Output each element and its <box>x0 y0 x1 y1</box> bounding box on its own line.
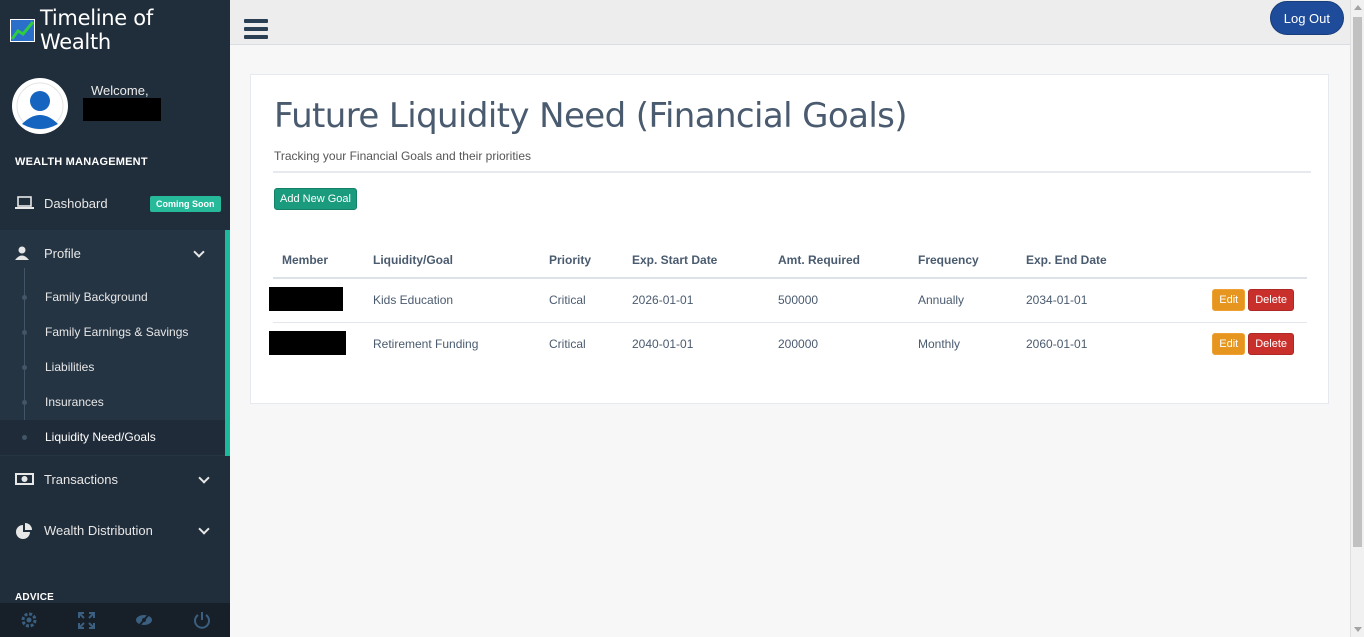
logout-button[interactable]: Log Out <box>1269 1 1344 35</box>
table-row: Kids Education Critical 2026-01-01 50000… <box>269 278 1307 323</box>
add-new-goal-button[interactable]: Add New Goal <box>274 188 357 210</box>
top-navbar: Log Out <box>230 0 1350 45</box>
priority-cell: Critical <box>549 337 586 352</box>
chart-logo-icon <box>10 18 35 42</box>
start-date-cell: 2040-01-01 <box>632 337 694 352</box>
delete-button[interactable]: Delete <box>1248 333 1294 356</box>
column-header: Frequency <box>918 243 1026 279</box>
end-date-cell: 2060-01-01 <box>1026 337 1088 352</box>
edit-button[interactable]: Edit <box>1212 333 1246 356</box>
start-date-cell: 2026-01-01 <box>632 278 778 323</box>
goal-cell: Retirement Funding <box>373 337 479 352</box>
bullet-icon <box>22 435 27 440</box>
power-button[interactable] <box>173 603 231 637</box>
table-header-row: Member Liquidity/Goal Priority Exp. Star… <box>273 243 1307 279</box>
sidebar-subitem-liquidity-goals[interactable]: Liquidity Need/Goals <box>0 420 225 455</box>
chevron-down-icon <box>193 246 205 258</box>
gear-icon <box>20 611 38 632</box>
bullet-icon <box>22 330 27 335</box>
goal-cell: Kids Education <box>373 278 549 323</box>
pie-chart-icon <box>15 523 34 539</box>
power-icon <box>193 611 211 632</box>
sidebar-item-wealth-distribution[interactable]: Wealth Distribution <box>0 513 230 547</box>
frequency-cell: Annually <box>918 278 1026 323</box>
column-header: Liquidity/Goal <box>373 243 549 279</box>
actions-cell: Edit Delete <box>1186 322 1307 366</box>
divider <box>273 171 1311 173</box>
column-header: Exp. Start Date <box>632 243 778 279</box>
money-icon <box>15 472 34 486</box>
amount-cell: 500000 <box>778 278 918 323</box>
brand[interactable]: Timeline of Wealth <box>0 0 230 60</box>
edit-button[interactable]: Edit <box>1212 289 1246 312</box>
menu-toggle-icon[interactable] <box>244 19 268 39</box>
actions-cell: Edit Delete <box>1186 278 1307 323</box>
sidebar-item-label: Profile <box>44 245 81 261</box>
scroll-up-icon[interactable] <box>1354 5 1362 10</box>
amount-cell: 200000 <box>778 337 819 352</box>
page-subtitle: Tracking your Financial Goals and their … <box>274 149 531 163</box>
member-cell <box>269 322 373 366</box>
frequency-cell: Monthly <box>918 337 961 352</box>
avatar[interactable] <box>12 78 68 134</box>
redacted-username <box>83 98 161 121</box>
chevron-down-icon <box>198 472 210 484</box>
priority-cell: Critical <box>549 278 632 323</box>
delete-button[interactable]: Delete <box>1248 289 1294 312</box>
column-header <box>1186 243 1307 279</box>
sidebar: Timeline of Wealth Welcome, WEALTH MANAG… <box>0 0 230 637</box>
bullet-icon <box>22 295 27 300</box>
vertical-scrollbar[interactable] <box>1350 0 1364 637</box>
brand-title: Timeline of Wealth <box>40 6 153 54</box>
section-label-wealth: WEALTH MANAGEMENT <box>15 156 148 168</box>
goals-panel: Future Liquidity Need (Financial Goals) … <box>250 74 1329 404</box>
coming-soon-badge: Coming Soon <box>150 196 221 212</box>
welcome-text: Welcome, <box>91 83 149 98</box>
column-header: Member <box>273 243 373 279</box>
sidebar-item-transactions[interactable]: Transactions <box>0 462 230 496</box>
fullscreen-button[interactable] <box>58 603 116 637</box>
scroll-down-icon[interactable] <box>1354 627 1362 632</box>
column-header: Amt. Required <box>778 243 918 279</box>
subitem-label: Family Background <box>45 290 148 304</box>
column-header: Exp. End Date <box>1026 243 1186 279</box>
subitem-label: Family Earnings & Savings <box>45 325 189 339</box>
scrollbar-thumb[interactable] <box>1353 17 1362 547</box>
sidebar-item-label: Dashobard <box>44 195 108 211</box>
bullet-icon <box>22 365 27 370</box>
section-label-advice: ADVICE <box>15 592 54 600</box>
settings-button[interactable] <box>0 603 58 637</box>
sidebar-subitem-liabilities[interactable]: Liabilities <box>0 350 225 385</box>
end-date-cell: 2034-01-01 <box>1026 278 1186 323</box>
member-cell <box>269 278 373 323</box>
page-title: Future Liquidity Need (Financial Goals) <box>274 96 908 136</box>
subitem-label: Insurances <box>45 395 104 409</box>
laptop-icon <box>15 196 34 210</box>
redacted-member <box>269 330 346 355</box>
column-header: Priority <box>549 243 632 279</box>
chevron-down-icon <box>198 523 210 535</box>
sidebar-footer <box>0 603 230 637</box>
sidebar-subitem-family-background[interactable]: Family Background <box>0 280 225 315</box>
sidebar-item-label: Transactions <box>44 471 118 487</box>
user-icon <box>15 246 34 260</box>
sidebar-item-label: Wealth Distribution <box>44 522 153 538</box>
redacted-member <box>269 286 343 311</box>
fullscreen-icon <box>77 612 95 632</box>
subitem-label: Liabilities <box>45 360 95 374</box>
eye-slash-icon <box>135 612 153 631</box>
table-row: Retirement Funding Critical 2040-01-01 2… <box>269 322 1307 366</box>
sidebar-subitem-insurances[interactable]: Insurances <box>0 385 225 420</box>
goals-table: Member Liquidity/Goal Priority Exp. Star… <box>269 243 1307 366</box>
sidebar-subitem-earnings-savings[interactable]: Family Earnings & Savings <box>0 315 225 350</box>
lock-button[interactable] <box>115 603 173 637</box>
sidebar-item-profile[interactable]: Profile <box>0 236 230 270</box>
subitem-label: Liquidity Need/Goals <box>45 430 156 444</box>
bullet-icon <box>22 400 27 405</box>
